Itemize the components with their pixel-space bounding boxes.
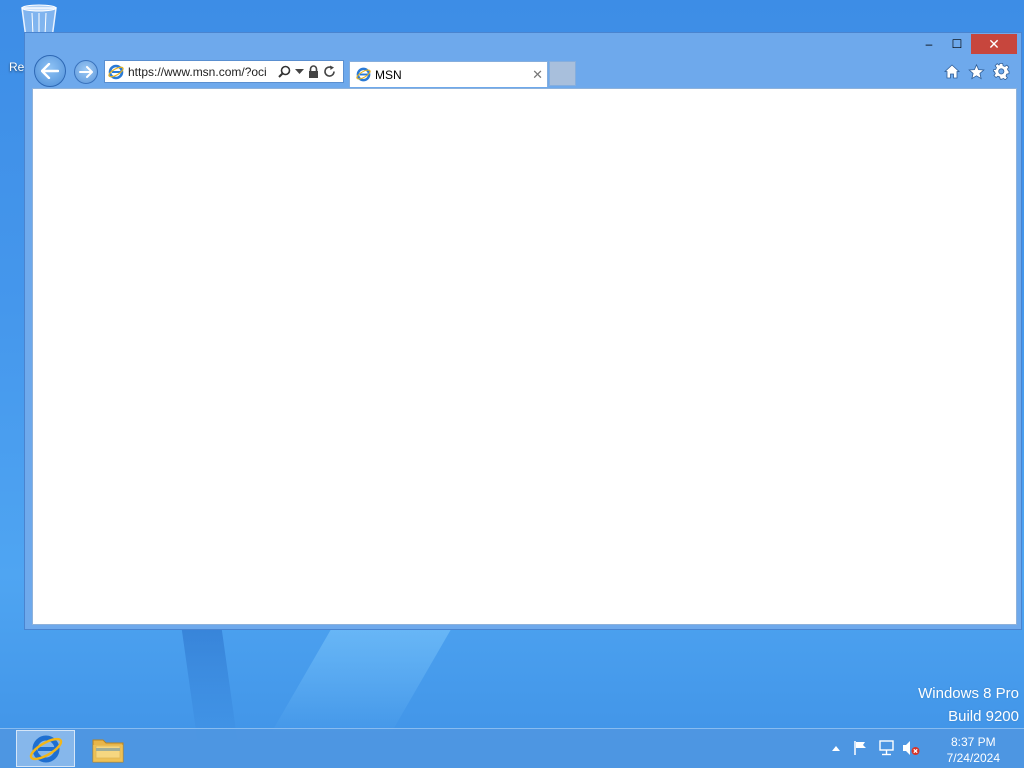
volume-button[interactable] bbox=[902, 739, 920, 757]
windows-build-watermark: Build 9200 bbox=[948, 708, 1019, 725]
taskbar-file-explorer-button[interactable] bbox=[82, 730, 134, 767]
page-content-area[interactable] bbox=[32, 88, 1017, 625]
flag-icon bbox=[854, 741, 866, 755]
clock-time: 8:37 PM bbox=[950, 735, 996, 749]
address-bar[interactable]: https://www.msn.com/?oci bbox=[104, 60, 344, 83]
taskbar: 8:37 PM 7/24/2024 bbox=[0, 728, 1024, 768]
desktop-light-streak bbox=[268, 628, 452, 738]
forward-arrow-icon bbox=[79, 66, 93, 78]
taskbar-clock[interactable]: 8:37 PM 7/24/2024 bbox=[947, 734, 1000, 766]
speaker-muted-icon bbox=[903, 741, 920, 755]
clock-date: 7/24/2024 bbox=[946, 751, 1000, 765]
dropdown-icon[interactable] bbox=[295, 68, 304, 75]
action-center-button[interactable] bbox=[852, 739, 870, 757]
favorites-button[interactable] bbox=[967, 62, 986, 81]
browser-window: – ☐ ✕ https://www.msn.com/?oci MSN ✕ bbox=[24, 32, 1022, 630]
tab-title: MSN bbox=[375, 67, 402, 82]
address-url[interactable]: https://www.msn.com/?oci bbox=[128, 65, 274, 79]
show-hidden-icons-button[interactable] bbox=[827, 739, 845, 757]
browser-toolbar-right bbox=[942, 62, 1011, 81]
ie-icon bbox=[29, 735, 62, 762]
network-icon bbox=[878, 740, 894, 756]
window-caption-buttons: – ☐ ✕ bbox=[915, 34, 1017, 54]
home-icon bbox=[943, 64, 960, 79]
chevron-up-icon bbox=[832, 746, 840, 751]
folder-icon bbox=[92, 739, 124, 762]
favorites-star-icon bbox=[968, 63, 985, 79]
forward-button[interactable] bbox=[74, 60, 98, 84]
system-tray bbox=[827, 739, 920, 757]
tab-msn[interactable]: MSN ✕ bbox=[349, 61, 548, 87]
lock-icon[interactable] bbox=[308, 65, 319, 78]
ie-icon bbox=[356, 67, 371, 82]
home-button[interactable] bbox=[942, 62, 961, 81]
settings-gear-icon bbox=[993, 63, 1010, 80]
windows-edition-watermark: Windows 8 Pro bbox=[918, 685, 1019, 702]
ie-icon bbox=[108, 64, 124, 79]
close-button[interactable]: ✕ bbox=[971, 34, 1017, 54]
back-button[interactable] bbox=[34, 55, 66, 87]
tab-close-icon[interactable]: ✕ bbox=[532, 67, 543, 83]
new-tab-button[interactable] bbox=[549, 61, 576, 86]
maximize-button[interactable]: ☐ bbox=[943, 34, 971, 54]
back-arrow-icon bbox=[41, 63, 59, 79]
refresh-icon[interactable] bbox=[323, 65, 336, 78]
search-icon[interactable] bbox=[278, 65, 291, 78]
taskbar-internet-explorer-button[interactable] bbox=[16, 730, 75, 767]
minimize-button[interactable]: – bbox=[915, 34, 943, 54]
recycle-bin-label[interactable]: Re bbox=[9, 60, 24, 74]
tools-button[interactable] bbox=[992, 62, 1011, 81]
network-button[interactable] bbox=[877, 739, 895, 757]
